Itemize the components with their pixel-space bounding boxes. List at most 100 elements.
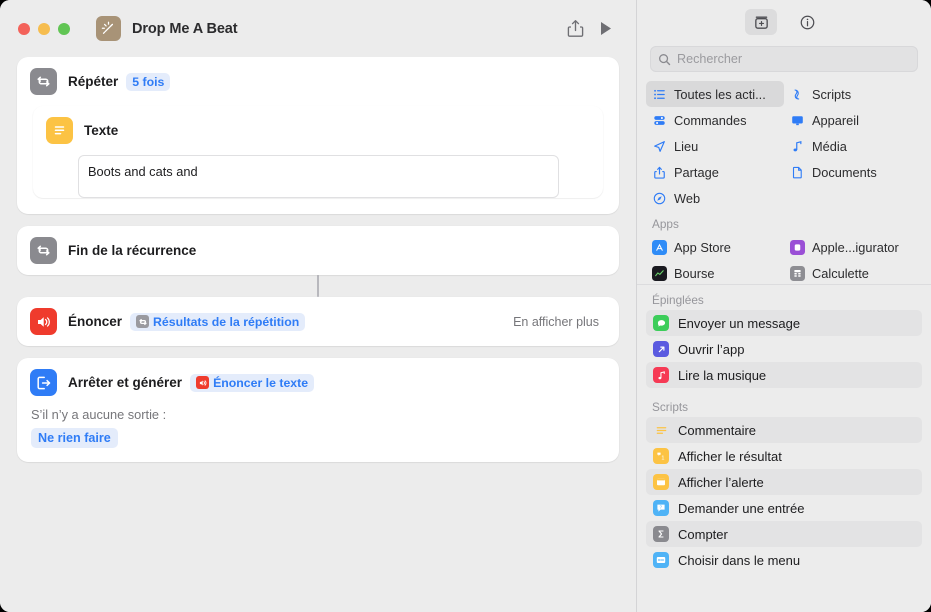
minimize-button[interactable] bbox=[38, 22, 50, 35]
app-item-calculette[interactable]: Calculette bbox=[784, 260, 922, 284]
play-icon[interactable] bbox=[590, 14, 620, 44]
list-item-label: Commentaire bbox=[678, 422, 757, 438]
share-up-icon bbox=[652, 166, 667, 179]
traffic-lights bbox=[18, 22, 70, 35]
action-card-end-repeat[interactable]: Fin de la récurrence bbox=[17, 226, 619, 275]
stocks-icon bbox=[652, 265, 667, 281]
list-item[interactable]: ? Demander une entrée bbox=[646, 495, 922, 521]
document-icon bbox=[790, 166, 805, 179]
category-lieu[interactable]: Lieu bbox=[646, 133, 784, 159]
list-item-label: Demander une entrée bbox=[678, 500, 805, 516]
compass-icon bbox=[652, 192, 667, 205]
action-card-stop-output[interactable]: Arrêter et générer Énoncer le texte S’il… bbox=[17, 358, 619, 462]
exit-icon bbox=[30, 369, 57, 396]
list-item[interactable]: Commentaire bbox=[646, 417, 922, 443]
category-partage[interactable]: Partage bbox=[646, 159, 784, 185]
list-item[interactable]: Envoyer un message bbox=[646, 310, 922, 336]
text-header: Texte bbox=[33, 106, 603, 155]
search-input[interactable] bbox=[677, 52, 910, 66]
text-lines-icon bbox=[46, 117, 73, 144]
app-label: Calculette bbox=[812, 265, 869, 281]
document-title: Drop Me A Beat bbox=[132, 20, 238, 37]
list-item[interactable]: 1 Afficher le résultat bbox=[646, 443, 922, 469]
category-commandes[interactable]: Commandes bbox=[646, 107, 784, 133]
list-item[interactable]: Lire la musique bbox=[646, 362, 922, 388]
category-web[interactable]: Web bbox=[646, 185, 784, 211]
apps-section-title: Apps bbox=[652, 217, 679, 231]
text-input-field[interactable]: Boots and cats and bbox=[78, 155, 559, 198]
svg-text:1: 1 bbox=[661, 455, 664, 461]
repeat-header: Répéter 5 fois bbox=[17, 57, 619, 106]
repeat-title: Répéter bbox=[68, 74, 119, 89]
category-appareil[interactable]: Appareil bbox=[784, 107, 922, 133]
app-item-bourse[interactable]: Bourse bbox=[646, 260, 784, 284]
list-item[interactable]: Compter bbox=[646, 521, 922, 547]
app-item-apple-configurator[interactable]: Apple...igurator bbox=[784, 234, 922, 260]
list-item[interactable]: Afficher l’alerte bbox=[646, 469, 922, 495]
category-label: Toutes les acti... bbox=[674, 86, 766, 102]
close-button[interactable] bbox=[18, 22, 30, 35]
stop-output-title: Arrêter et générer bbox=[68, 375, 183, 390]
show-more-button[interactable]: En afficher plus bbox=[513, 315, 606, 329]
list-item-label: Afficher le résultat bbox=[678, 448, 782, 464]
share-icon[interactable] bbox=[560, 14, 590, 44]
search-field[interactable] bbox=[650, 46, 918, 72]
action-card-text[interactable]: Texte Boots and cats and bbox=[33, 106, 603, 198]
speaker-icon bbox=[30, 308, 57, 335]
action-card-repeat[interactable]: Répéter 5 fois Texte Boots and cats and bbox=[17, 57, 619, 214]
list-item[interactable]: Ouvrir l’app bbox=[646, 336, 922, 362]
alert-window-icon bbox=[653, 474, 669, 490]
action-library-sidebar: Toutes les acti... Scripts bbox=[636, 0, 931, 612]
category-media[interactable]: Média bbox=[784, 133, 922, 159]
category-grid: Toutes les acti... Scripts Commandes App… bbox=[637, 81, 931, 211]
apple-configurator-icon bbox=[790, 239, 805, 255]
scroll-icon bbox=[790, 88, 805, 101]
workflow-canvas: Répéter 5 fois Texte Boots and cats and … bbox=[0, 57, 636, 612]
list-item-label: Envoyer un message bbox=[678, 315, 801, 331]
shortcuts-window: Drop Me A Beat Répéter 5 fois Texte Boot… bbox=[0, 0, 931, 612]
action-library-icon[interactable] bbox=[745, 9, 777, 35]
show-result-icon: 1 bbox=[653, 448, 669, 464]
text-title: Texte bbox=[84, 123, 119, 138]
stop-output-header: Arrêter et générer Énoncer le texte bbox=[17, 358, 619, 407]
category-label: Partage bbox=[674, 164, 719, 180]
repeat-count-pill[interactable]: 5 fois bbox=[126, 72, 171, 91]
workflow-editor: Drop Me A Beat Répéter 5 fois Texte Boot… bbox=[0, 0, 636, 612]
stop-output-token-label: Énoncer le texte bbox=[213, 375, 309, 390]
repeat-count-label: 5 fois bbox=[132, 74, 165, 89]
display-icon bbox=[790, 114, 805, 127]
app-item-app-store[interactable]: App Store bbox=[646, 234, 784, 260]
pinned-and-scripts-panel: Épinglées Envoyer un message Ouvrir l’ap… bbox=[637, 284, 931, 612]
titlebar: Drop Me A Beat bbox=[0, 0, 636, 57]
info-icon[interactable] bbox=[791, 9, 823, 35]
category-toutes-les-actions[interactable]: Toutes les acti... bbox=[646, 81, 784, 107]
stop-output-token-pill[interactable]: Énoncer le texte bbox=[190, 373, 315, 392]
category-scripts[interactable]: Scripts bbox=[784, 81, 922, 107]
sidebar-toolbar bbox=[637, 0, 931, 44]
speak-header: Énoncer Résultats de la répétition En af… bbox=[17, 297, 619, 346]
no-output-label: S’il n’y a aucune sortie : bbox=[31, 407, 167, 422]
speaker-token-icon bbox=[196, 376, 210, 389]
category-label: Lieu bbox=[674, 138, 699, 154]
list-item[interactable]: Choisir dans le menu bbox=[646, 547, 922, 573]
pinned-section-title: Épinglées bbox=[652, 293, 704, 307]
category-label: Scripts bbox=[812, 86, 852, 102]
message-bubble-icon bbox=[653, 315, 669, 331]
app-store-icon bbox=[652, 239, 667, 255]
category-label: Web bbox=[674, 190, 701, 206]
speak-token-pill[interactable]: Résultats de la répétition bbox=[130, 312, 306, 331]
category-label: Commandes bbox=[674, 112, 747, 128]
action-card-speak[interactable]: Énoncer Résultats de la répétition En af… bbox=[17, 297, 619, 346]
list-item-label: Afficher l’alerte bbox=[678, 474, 764, 490]
category-documents[interactable]: Documents bbox=[784, 159, 922, 185]
list-item-label: Choisir dans le menu bbox=[678, 552, 801, 568]
zoom-button[interactable] bbox=[58, 22, 70, 35]
speak-token-label: Résultats de la répétition bbox=[153, 314, 300, 329]
no-output-value-pill[interactable]: Ne rien faire bbox=[31, 428, 118, 448]
list-icon bbox=[652, 88, 667, 101]
sidebar-scroll-area[interactable]: Épinglées Envoyer un message Ouvrir l’ap… bbox=[637, 284, 931, 612]
music-icon bbox=[653, 367, 669, 383]
magic-wand-icon bbox=[96, 16, 121, 41]
list-item-label: Compter bbox=[678, 526, 728, 542]
repeat-body: Texte Boots and cats and bbox=[33, 106, 603, 198]
